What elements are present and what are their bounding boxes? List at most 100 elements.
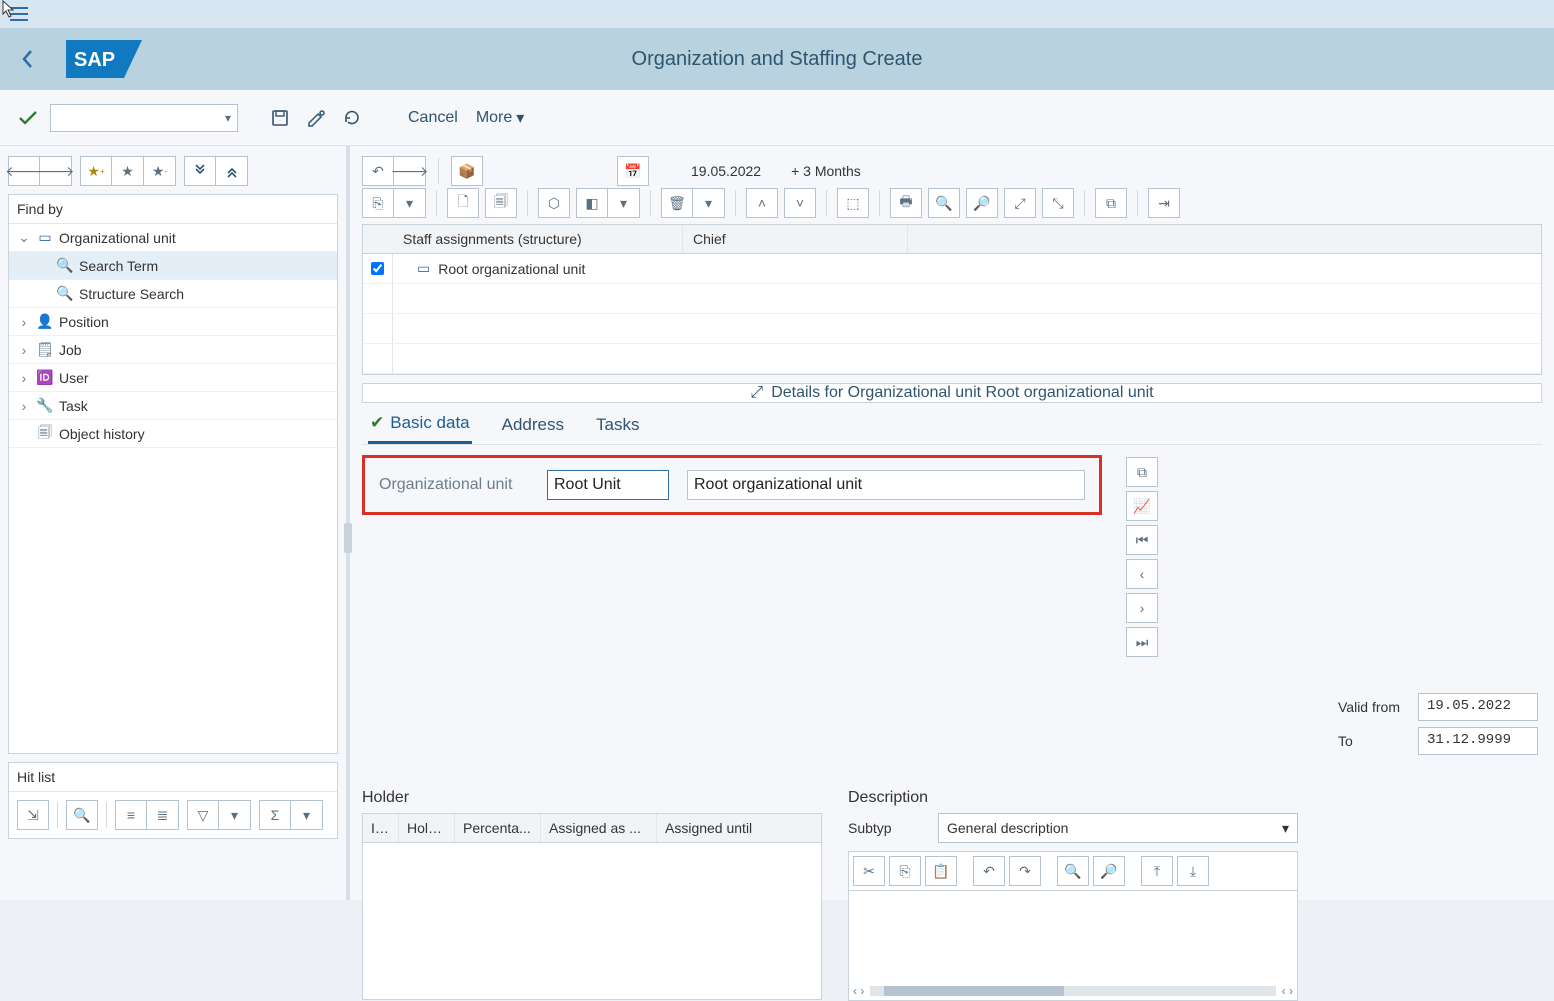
chevron-right-icon[interactable]: ›: [17, 370, 31, 386]
expand-all-icon[interactable]: [184, 156, 216, 186]
sum-icon[interactable]: Σ: [259, 800, 291, 830]
tree-node-structure-search[interactable]: 🔍 Structure Search: [9, 280, 337, 308]
valid-from-field[interactable]: 19.05.2022: [1418, 693, 1538, 721]
find-icon[interactable]: 🔍: [66, 800, 98, 830]
subtyp-label: Subtyp: [848, 820, 928, 836]
move-down-icon[interactable]: ˅: [784, 188, 816, 218]
date-range-label: + 3 Months: [791, 163, 861, 179]
prev-icon[interactable]: ‹: [1126, 559, 1158, 589]
copy-icon[interactable]: ⎘: [889, 856, 921, 886]
nav-back-button[interactable]: 🡐: [8, 156, 40, 186]
export-icon[interactable]: ⤓: [1177, 856, 1209, 886]
command-field[interactable]: ▾: [50, 104, 238, 132]
tree-node-object-history[interactable]: 🗐 Object history: [9, 420, 337, 448]
delete-icon[interactable]: 🗑: [661, 188, 693, 218]
print-icon[interactable]: 🖶: [890, 188, 922, 218]
more-button[interactable]: More▾: [476, 108, 524, 128]
edit-icon[interactable]: [302, 104, 330, 132]
chevron-down-icon[interactable]: ▾: [225, 111, 231, 125]
tab-tasks[interactable]: Tasks: [594, 413, 641, 444]
tree-node-job[interactable]: › 🗒 Job: [9, 336, 337, 364]
tab-address[interactable]: Address: [500, 413, 566, 444]
chevron-right-icon[interactable]: ›: [17, 342, 31, 358]
details-bar[interactable]: ⤢ Details for Organizational unit Root o…: [362, 383, 1542, 403]
back-button[interactable]: [14, 45, 42, 73]
org-short-input[interactable]: [547, 470, 669, 500]
valid-to-field[interactable]: 31.12.9999: [1418, 727, 1538, 755]
move-up-icon[interactable]: ˄: [746, 188, 778, 218]
structure-icon[interactable]: ⧉: [1095, 188, 1127, 218]
paste-icon[interactable]: 📋: [925, 856, 957, 886]
chevron-down-icon[interactable]: ▾: [608, 188, 640, 218]
chevron-down-icon[interactable]: ▾: [291, 800, 323, 830]
favorite-add-icon[interactable]: ★+: [80, 156, 112, 186]
next-icon[interactable]: ›: [1126, 593, 1158, 623]
package-icon[interactable]: 📦: [451, 156, 483, 186]
chevron-down-icon[interactable]: ⌄: [17, 229, 31, 246]
tab-basic-data[interactable]: ✔ Basic data: [368, 413, 472, 444]
favorite-remove-icon[interactable]: ★-: [144, 156, 176, 186]
tree-node-search-term[interactable]: 🔍 Search Term: [9, 252, 337, 280]
search-next-icon[interactable]: 🔎: [966, 188, 998, 218]
chevron-right-icon[interactable]: ›: [17, 398, 31, 414]
find-icon[interactable]: 🔍: [1057, 856, 1089, 886]
assign-icon[interactable]: ⇲: [17, 800, 49, 830]
sort-asc-icon[interactable]: ≡: [115, 800, 147, 830]
chevron-down-icon[interactable]: ▾: [394, 188, 426, 218]
calendar-icon[interactable]: 📅: [617, 156, 649, 186]
copy-icon[interactable]: ⎘: [362, 188, 394, 218]
last-icon[interactable]: ⏭: [1126, 627, 1158, 657]
cut-icon[interactable]: ✂: [853, 856, 885, 886]
col-percent[interactable]: Percenta...: [455, 814, 541, 842]
col-staff[interactable]: Staff assignments (structure): [393, 225, 683, 253]
hierarchy2-icon[interactable]: ⬚: [837, 188, 869, 218]
row-checkbox[interactable]: [371, 262, 384, 275]
hierarchy-icon[interactable]: ⬡: [538, 188, 570, 218]
col-holder[interactable]: Holder: [399, 814, 455, 842]
description-textarea[interactable]: ‹ › ‹ ›: [848, 891, 1298, 1001]
undo-icon[interactable]: ↶: [362, 156, 394, 186]
subtyp-select[interactable]: General description ▾: [938, 813, 1298, 843]
search-icon[interactable]: 🔍: [928, 188, 960, 218]
redo-icon[interactable]: 🡒: [394, 156, 426, 186]
tool-icon-2[interactable]: 📈: [1126, 491, 1158, 521]
tool-icon-1[interactable]: ⧉: [1126, 457, 1158, 487]
cancel-button[interactable]: Cancel: [398, 109, 468, 127]
find-pane: 🡐 🡒 ★+ ★ ★- Find by ⌄ ▭ Organizational u…: [0, 146, 350, 900]
nav-forward-button[interactable]: 🡒: [40, 156, 72, 186]
grid-row[interactable]: ▭ Root organizational unit: [363, 254, 1541, 284]
col-assigned-as[interactable]: Assigned as ...: [541, 814, 657, 842]
sort-desc-icon[interactable]: ≣: [147, 800, 179, 830]
doc-icon[interactable]: 🗋: [447, 188, 479, 218]
import-icon[interactable]: ⤒: [1141, 856, 1173, 886]
docs-icon[interactable]: 🗐: [485, 188, 517, 218]
tree-icon[interactable]: ◧: [576, 188, 608, 218]
col-assigned-until[interactable]: Assigned until: [657, 814, 821, 842]
tree-node-position[interactable]: › 👤 Position: [9, 308, 337, 336]
chevron-right-icon[interactable]: ›: [17, 314, 31, 330]
chevron-down-icon[interactable]: ▾: [219, 800, 251, 830]
compress-icon[interactable]: ⇥: [1148, 188, 1180, 218]
favorite-icon[interactable]: ★: [112, 156, 144, 186]
expand-icon[interactable]: ⤢: [1004, 188, 1036, 218]
tree-node-task[interactable]: › 🔧 Task: [9, 392, 337, 420]
first-icon[interactable]: ⏮: [1126, 525, 1158, 555]
chevron-down-icon[interactable]: ▾: [693, 188, 725, 218]
redo-icon[interactable]: ↷: [1009, 856, 1041, 886]
save-icon[interactable]: [266, 104, 294, 132]
tree-node-org-unit[interactable]: ⌄ ▭ Organizational unit: [9, 224, 337, 252]
col-icon[interactable]: Ic...: [363, 814, 399, 842]
col-chief[interactable]: Chief: [683, 225, 908, 253]
refresh-icon[interactable]: [338, 104, 366, 132]
find-next-icon[interactable]: 🔎: [1093, 856, 1125, 886]
grid-row: [363, 314, 1541, 344]
tree-node-user[interactable]: › 🆔 User: [9, 364, 337, 392]
splitter-handle[interactable]: [344, 523, 352, 553]
enter-icon[interactable]: [18, 110, 38, 126]
filter-icon[interactable]: ▽: [187, 800, 219, 830]
collapse-all-icon[interactable]: [216, 156, 248, 186]
undo-icon[interactable]: ↶: [973, 856, 1005, 886]
horizontal-scrollbar[interactable]: ‹ › ‹ ›: [853, 984, 1293, 998]
collapse-icon[interactable]: ⤡: [1042, 188, 1074, 218]
org-long-input[interactable]: [687, 470, 1085, 500]
